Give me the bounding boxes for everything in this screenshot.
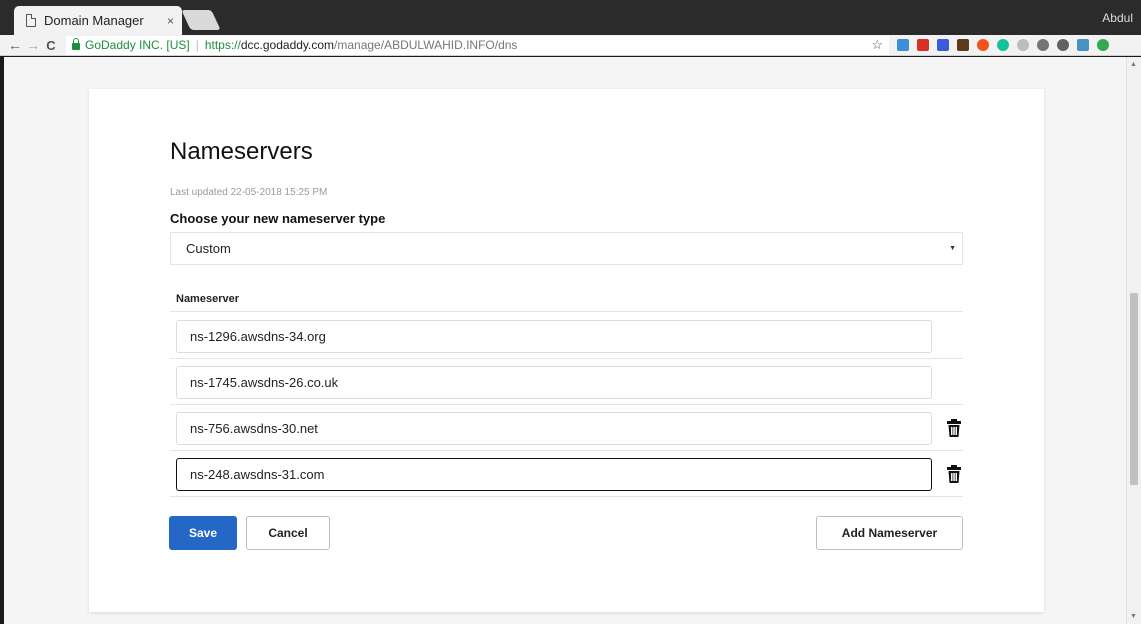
scrollbar[interactable]: ▲ ▼ [1126,57,1141,624]
scroll-down-icon[interactable]: ▼ [1130,613,1137,620]
add-nameserver-button[interactable]: Add Nameserver [816,516,963,550]
nameserver-column-header: Nameserver [170,285,963,312]
nameserver-row [170,451,963,497]
security-label: GoDaddy INC. [US] [85,38,190,52]
nameserver-type-value: Custom [186,241,231,256]
reload-icon[interactable]: C [42,38,60,53]
nameserver-input-2[interactable] [176,366,932,399]
scroll-thumb[interactable] [1130,293,1138,485]
address-bar[interactable]: GoDaddy INC. [US] | https:// dcc.godaddy… [66,35,889,55]
bookmark-star-icon[interactable]: ☆ [871,37,883,53]
orange-circle-icon[interactable] [977,39,989,51]
trash-icon[interactable] [947,419,961,437]
extensions-bar [897,39,1109,51]
nameserver-row [170,359,963,405]
lock-icon [72,38,80,50]
tab-close-icon[interactable]: × [167,14,174,28]
url-host: dcc.godaddy.com [240,38,335,52]
tab-title: Domain Manager [44,13,144,28]
red-bookmark-icon[interactable] [917,39,929,51]
new-tab-button[interactable] [181,10,221,30]
save-button[interactable]: Save [169,516,237,550]
forward-icon[interactable]: → [24,37,42,53]
browser-toolbar: ← → C GoDaddy INC. [US] | https:// dcc.g… [0,35,1141,56]
grammarly-icon[interactable] [997,39,1009,51]
page-icon [26,14,36,27]
shield-icon[interactable] [1017,39,1029,51]
chart-extension-icon[interactable] [897,39,909,51]
nameserver-row [170,405,963,451]
nameserver-type-label: Choose your new nameserver type [170,211,386,226]
nameservers-card: Nameservers Last updated 22-05-2018 15:2… [89,89,1044,612]
nameserver-input-1[interactable] [176,320,932,353]
camera-icon[interactable] [1037,39,1049,51]
address-separator: | [195,38,199,52]
nameserver-input-4[interactable] [176,458,932,491]
nameserver-type-select[interactable]: Custom ▼ [170,232,963,265]
image-extension-icon[interactable] [1077,39,1089,51]
back-icon[interactable]: ← [6,37,24,53]
profile-name[interactable]: Abdul [1102,11,1133,25]
nameserver-input-3[interactable] [176,412,932,445]
trash-icon[interactable] [947,465,961,483]
browser-titlebar: Domain Manager × Abdul [0,0,1141,35]
last-updated-text: Last updated 22-05-2018 15:25 PM [170,187,328,198]
dropdown-caret-icon: ▼ [949,245,956,252]
blue-square-icon[interactable] [937,39,949,51]
speedometer-icon[interactable] [1057,39,1069,51]
nameserver-row [170,313,963,359]
url-scheme: https:// [204,38,241,52]
cancel-button[interactable]: Cancel [246,516,330,550]
green-circle-icon[interactable] [1097,39,1109,51]
page-title: Nameservers [170,138,313,165]
url-path: /manage/ABDULWAHID.INFO/dns [334,38,518,52]
browser-tab[interactable]: Domain Manager × [14,6,182,35]
dark-mask-icon[interactable] [957,39,969,51]
scroll-up-icon[interactable]: ▲ [1130,61,1137,68]
